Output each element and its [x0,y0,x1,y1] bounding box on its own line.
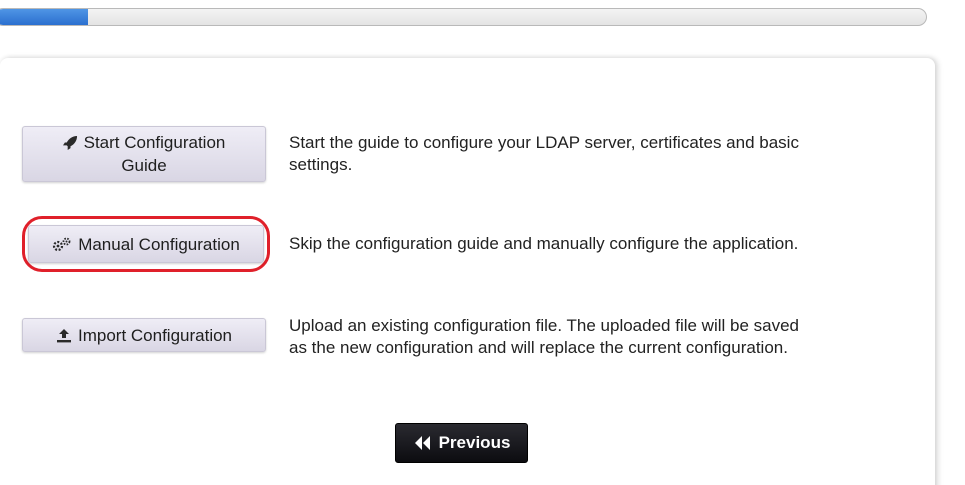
previous-button[interactable]: Previous [395,423,528,463]
previous-label: Previous [438,433,511,452]
manual-configuration-label: Manual Configuration [78,234,240,254]
gears-icon [52,237,72,252]
start-guide-description-line1: Start the guide to configure your LDAP s… [289,133,799,152]
manual-configuration-button[interactable]: Manual Configuration [28,225,264,263]
wizard-page: Start Configuration Guide Start the guid… [0,0,965,485]
import-configuration-description: Upload an existing configuration file. T… [289,315,919,359]
upload-icon [56,328,72,343]
start-guide-description: Start the guide to configure your LDAP s… [289,132,914,176]
progress-bar [0,8,927,26]
start-guide-label-line1: Start Configuration [83,133,226,152]
import-description-line2: as the new configuration and will replac… [289,338,788,357]
start-guide-label-line1-row: Start Configuration [62,132,226,153]
rocket-icon [62,135,78,150]
import-configuration-label: Import Configuration [77,325,233,345]
manual-configuration-description: Skip the configuration guide and manuall… [289,234,799,253]
start-guide-description-line2: settings. [289,155,353,174]
progress-bar-fill [0,9,89,25]
start-configuration-guide-button[interactable]: Start Configuration Guide [22,126,266,182]
import-configuration-button[interactable]: Import Configuration [22,318,266,352]
import-description-line1: Upload an existing configuration file. T… [289,316,800,335]
start-guide-label-line2: Guide [121,156,167,175]
double-chevron-left-icon [413,435,433,451]
